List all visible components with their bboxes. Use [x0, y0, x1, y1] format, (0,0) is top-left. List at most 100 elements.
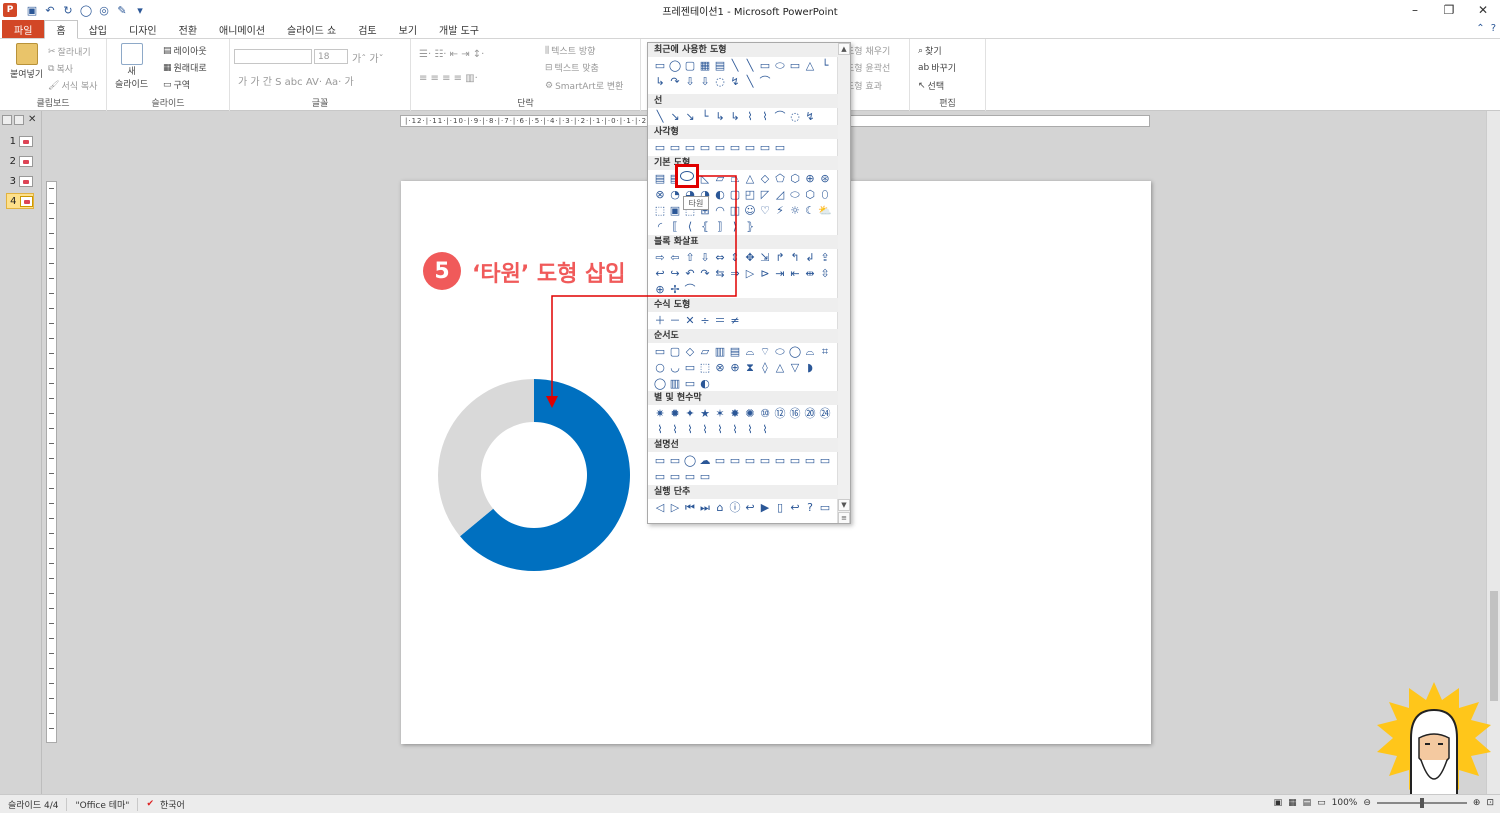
shape-option-icon[interactable]: ♡ — [758, 203, 772, 217]
shape-option-icon[interactable]: ⌂ — [713, 500, 727, 514]
shape-option-icon[interactable]: ⊕ — [653, 282, 667, 296]
shape-option-icon[interactable]: ▭ — [728, 140, 742, 154]
shape-option-icon[interactable]: ▭ — [743, 140, 757, 154]
shape-option-icon[interactable]: ⇕ — [728, 250, 742, 264]
shape-option-icon[interactable]: ◌ — [788, 109, 802, 123]
shape-option-icon[interactable]: ◿ — [773, 187, 787, 201]
shape-option-icon[interactable]: ↯ — [728, 74, 742, 88]
shape-option-icon[interactable]: ╲ — [743, 74, 757, 88]
shape-option-icon[interactable]: ▭ — [653, 453, 667, 467]
shape-option-icon[interactable]: ☁ — [698, 453, 712, 467]
shape-option-icon[interactable]: ▷ — [668, 500, 682, 514]
shape-option-icon[interactable]: ▭ — [683, 140, 697, 154]
zoom-level[interactable]: 100% — [1332, 798, 1358, 808]
restore-button[interactable]: ❐ — [1432, 0, 1466, 20]
shape-option-icon[interactable]: ▭ — [668, 469, 682, 483]
tab-design[interactable]: 디자인 — [118, 20, 168, 38]
shape-option-icon[interactable]: ⇧ — [683, 250, 697, 264]
shape-option-icon[interactable]: ◗ — [803, 360, 817, 374]
shape-option-icon[interactable]: ＋ — [653, 313, 667, 327]
shape-option-icon[interactable]: ▤ — [653, 171, 667, 185]
shape-option-icon[interactable]: ✢ — [668, 282, 682, 296]
redo-icon[interactable]: ↻ — [61, 3, 75, 17]
slide-thumbnail[interactable]: 3 — [6, 173, 36, 189]
undo-icon[interactable]: ↶ — [43, 3, 57, 17]
shape-option-icon[interactable]: ✦ — [683, 406, 697, 420]
language-indicator[interactable]: ✔ 한국어 — [138, 798, 192, 811]
shape-option-icon[interactable]: ⦄ — [743, 219, 757, 233]
shape-option-icon[interactable]: ÷ — [698, 313, 712, 327]
shape-option-icon[interactable]: ╲ — [653, 109, 667, 123]
shape-option-icon[interactable]: ✕ — [683, 313, 697, 327]
list-buttons[interactable]: ☰· ☷· ⇤ ⇥ ↕· — [419, 49, 484, 60]
gallery-scroll-up-icon[interactable]: ▲ — [838, 43, 850, 55]
reading-view-icon[interactable]: ▤ — [1303, 798, 1312, 808]
tab-slideshow[interactable]: 슬라이드 쇼 — [276, 20, 347, 38]
shape-option-icon[interactable]: ▭ — [743, 453, 757, 467]
shape-option-icon[interactable]: ▭ — [758, 453, 772, 467]
shape-option-icon[interactable]: ╲ — [728, 58, 742, 72]
shape-option-icon[interactable]: ⦃ — [698, 219, 712, 233]
shape-option-icon[interactable]: ⟧ — [713, 219, 727, 233]
font-style-buttons[interactable]: 가 가 간 S abc AV· Aa· 가 — [238, 73, 354, 88]
shape-effects-button[interactable]: 도형 효과 — [846, 79, 882, 92]
shape-option-icon[interactable]: ▢ — [683, 58, 697, 72]
shape-option-icon[interactable]: ⟩ — [728, 219, 742, 233]
shape-option-icon[interactable]: ⌒ — [683, 282, 697, 296]
fit-to-window-icon[interactable]: ⊡ — [1486, 798, 1494, 808]
shape-option-icon[interactable]: ▤ — [713, 58, 727, 72]
shape-option-icon[interactable]: ↪ — [668, 266, 682, 280]
slideshow-icon[interactable]: ▭ — [1317, 798, 1326, 808]
shape-option-icon[interactable]: ▣ — [668, 203, 682, 217]
shape-option-icon[interactable]: ◊ — [758, 360, 772, 374]
reset-button[interactable]: ▦ 원래대로 — [163, 61, 207, 75]
shape-option-icon[interactable]: ⬡ — [803, 187, 817, 201]
shape-option-icon[interactable]: ? — [803, 500, 817, 514]
shape-option-icon[interactable]: ⌇ — [743, 422, 757, 436]
tab-transitions[interactable]: 전환 — [168, 20, 208, 38]
shape-option-icon[interactable]: ⏢ — [728, 171, 742, 185]
shape-option-icon[interactable]: ⇲ — [758, 250, 772, 264]
shape-option-icon[interactable]: ▭ — [803, 453, 817, 467]
shape-option-icon[interactable]: ◜ — [653, 219, 667, 233]
close-pane-icon[interactable]: ✕ — [28, 114, 36, 125]
shape-option-icon[interactable]: ╲ — [743, 58, 757, 72]
shape-option-icon[interactable]: ▭ — [653, 344, 667, 358]
shape-option-icon[interactable]: ⌇ — [698, 422, 712, 436]
replace-button[interactable]: ab 바꾸기 — [918, 61, 956, 75]
shape-option-icon[interactable]: ▭ — [758, 140, 772, 154]
shape-option-icon[interactable]: ◫ — [728, 203, 742, 217]
select-button[interactable]: ↖ 선택 — [918, 79, 944, 93]
minimize-button[interactable]: – — [1398, 0, 1432, 20]
shape-option-icon[interactable]: ＝ — [713, 313, 727, 327]
shape-option-icon[interactable]: ▭ — [683, 376, 697, 390]
save-icon[interactable]: ▣ — [25, 3, 39, 17]
collapse-ribbon-icon[interactable]: ⌃ — [1476, 23, 1484, 34]
shape-option-icon[interactable]: ▭ — [668, 140, 682, 154]
slide-sorter-icon[interactable]: ▦ — [1288, 798, 1297, 808]
shape-option-icon[interactable]: ◯ — [668, 58, 682, 72]
zoom-slider[interactable] — [1376, 798, 1467, 808]
shape-option-icon[interactable]: ★ — [698, 406, 712, 420]
shape-option-icon[interactable]: ⌇ — [758, 422, 772, 436]
ellipse-shape-selected[interactable] — [675, 164, 699, 188]
shape-option-icon[interactable]: ⓘ — [728, 500, 742, 514]
shape-option-icon[interactable]: ⊗ — [713, 360, 727, 374]
shape-option-icon[interactable]: ⇆ — [713, 266, 727, 280]
tab-view[interactable]: 보기 — [388, 20, 428, 38]
shape-option-icon[interactable]: ⇩ — [698, 74, 712, 88]
shape-option-icon[interactable]: ⊗ — [653, 187, 667, 201]
shape-option-icon[interactable]: ⌒ — [758, 74, 772, 88]
powerpoint-app-icon[interactable]: P — [3, 3, 17, 17]
shape-option-icon[interactable]: △ — [743, 171, 757, 185]
normal-view-icon[interactable]: ▣ — [1274, 798, 1283, 808]
help-icon[interactable]: ? — [1491, 23, 1496, 34]
shape-option-icon[interactable]: ⇨ — [653, 250, 667, 264]
shape-option-icon[interactable]: ◌ — [713, 74, 727, 88]
shape-option-icon[interactable]: ▢ — [728, 187, 742, 201]
shape-option-icon[interactable]: └ — [698, 109, 712, 123]
shape-option-icon[interactable]: ⑩ — [758, 406, 772, 420]
shape-option-icon[interactable]: ⚡ — [773, 203, 787, 217]
shape-option-icon[interactable]: ⊕ — [728, 360, 742, 374]
paste-button[interactable]: 붙여넣기 — [10, 43, 43, 80]
